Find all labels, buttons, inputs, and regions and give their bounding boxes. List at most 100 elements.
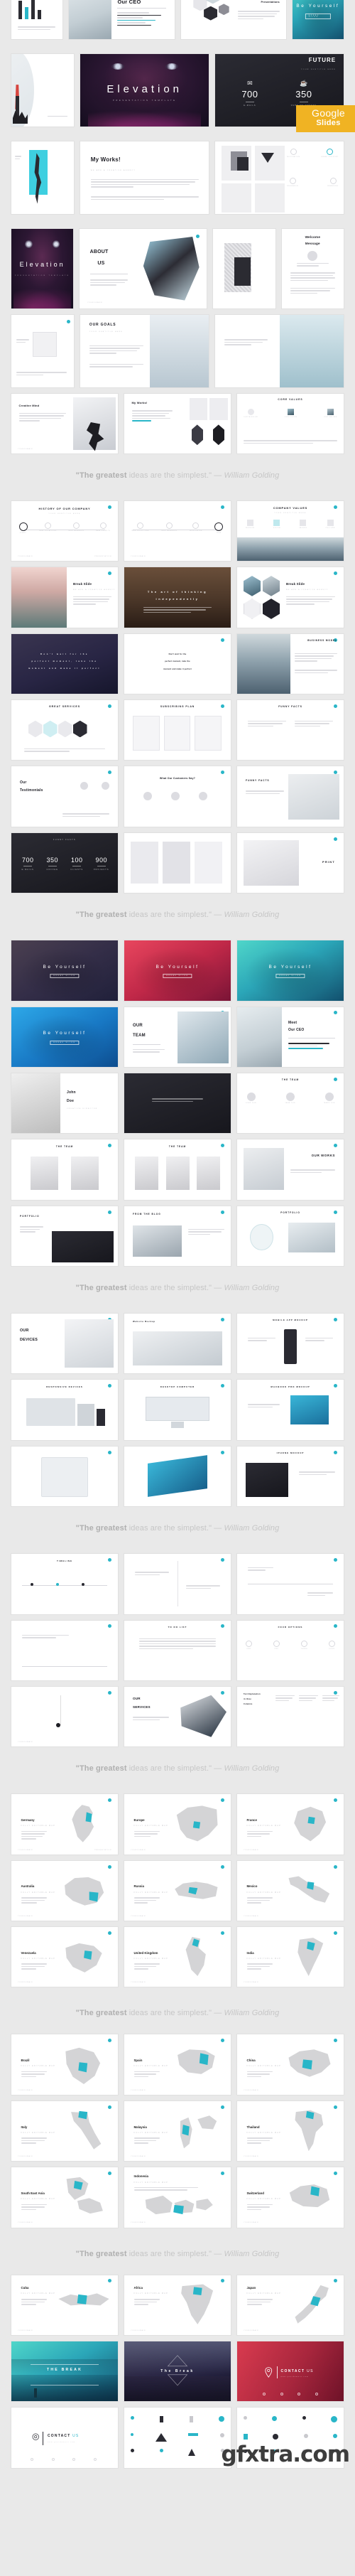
slide-runner-art[interactable] [11,141,75,214]
slide-history-company-2[interactable]: New Solutions New Members Worldwide Now … [124,500,231,562]
slide-our-testimonials[interactable]: Our Testimonials [11,766,118,827]
slide-chart-line[interactable] [11,1620,118,1680]
slide-hiker-white[interactable] [11,54,75,127]
slide-our-team[interactable]: OUR TEAM [124,1007,231,1067]
slide-map-india[interactable]: India Fully Editable Map yourdomain [237,1927,344,1987]
slide-portfolio[interactable]: PORTFOLIO [11,1206,118,1267]
slide-our-devices[interactable]: OUR DEVICES [11,1314,118,1374]
slide-map-france[interactable]: France Fully Editable Map yourdomain [237,1794,344,1855]
slide-desktop-computer[interactable]: DESKTOP COMPUTER [124,1380,231,1440]
slide-map-cuba[interactable]: Cuba Fully Editable Map yourdomain [11,2275,118,2335]
slide-john-doe[interactable]: John Doe Creative Director [11,1073,118,1134]
slide-be-yourself-teal-top[interactable]: Be Yourself Break Slide [292,0,344,40]
slide-about-us[interactable]: ABOUT US yourdomain [80,228,207,308]
slide-four-options[interactable]: FOUR OPTIONS One Two Three Four [237,1620,344,1680]
slide-map-germany[interactable]: Germany Fully Editable Map yourdomain Pr… [11,1794,118,1855]
slide-funny-facts-side[interactable]: FUNNY FACTS [237,766,344,827]
slide-map-russia[interactable]: Russia Fully Editable Map yourdomain [124,1860,231,1921]
slide-timeline-3[interactable] [237,1554,344,1614]
slide-map-venezuela[interactable]: Venezuela Fully Editable Map yourdomain [11,1927,118,1987]
slide-company-values[interactable]: COMPANY VALUES Your subtitle here Missio… [237,500,344,562]
slide-break-slide-pink[interactable]: Break Slide We are a creative agency [11,567,118,628]
slide-mobile-app-mockup[interactable]: MOBILE APP MOCKUP [237,1314,344,1374]
slide-meet-our-ceo[interactable]: Meet Our CEO [69,0,175,40]
slide-map-indonesia[interactable]: Indonesia Fully Editable Map yourdomain [124,2167,231,2228]
slide-process-dots[interactable]: yourdomain [11,1686,118,1747]
slide-contact-us-white[interactable]: CONTACT US www.yourdomain.com [11,2408,118,2468]
slide-our-goals[interactable]: OUR GOALS Your subtitle here [80,314,209,387]
slide-subscribing-plan[interactable]: SUBSCRIBING PLAN [124,700,231,761]
slide-ipad-angled[interactable] [124,1446,231,1507]
slide-welcome-message[interactable]: Welcome Message [281,228,344,308]
slide-timeline[interactable]: TIMELINE [11,1554,118,1614]
slide-map-africa[interactable]: Africa Fully Editable Map yourdomain [124,2275,231,2335]
slide-funny-facts-dark[interactable]: FUNNY FACTS 700 E-Mails 350 Coffee 100 C… [11,832,118,893]
slide-iphone-mockup[interactable]: IPHONE MOCKUP [237,1446,344,1507]
slide-be-yourself-red[interactable]: Be Yourself Break Slide [124,940,231,1001]
slide-my-works-2[interactable]: My Works! [124,393,231,454]
slide-timeline-2[interactable] [124,1554,231,1614]
slide-map-switzerland[interactable]: Switzerland Fully Editable Map yourdomai… [237,2167,344,2228]
slide-the-break-teal[interactable]: THE BREAK [11,2341,118,2402]
slide-icon-library-1[interactable] [124,2408,231,2468]
slide-map-thailand[interactable]: Thailand Fully Editable Map yourdomain [237,2100,344,2162]
slide-the-team-3[interactable]: THE TEAM [124,1139,231,1200]
slide-we-design[interactable]: We Design Trending Minimal Presentations [180,0,286,40]
slide-map-italy[interactable]: Italy Fully Editable Map yourdomain [11,2100,118,2162]
slide-our-services[interactable]: OUR SERVICES [124,1686,231,1747]
slide-history-company[interactable]: HISTORY OF OUR COMPANY Your subtitle her… [11,500,118,562]
slide-my-works[interactable]: My Works! We are a creative agency [80,141,209,214]
slide-the-team-2[interactable]: THE TEAM [11,1139,118,1200]
slide-our-works[interactable]: OUR WORKS [237,1139,344,1200]
slide-grey-blocks[interactable] [124,832,231,893]
slide-be-yourself-dusk[interactable]: Be Yourself Break Slide [11,940,118,1001]
slide-meet-our-ceo-2[interactable]: Meet Our CEO [237,1007,344,1067]
slide-ocean-photo[interactable] [215,314,344,387]
slide-business-model[interactable]: BUSINESS MODEL [237,633,344,694]
slide-be-yourself-blue[interactable]: Be Yourself Break Slide [11,1007,118,1067]
slide-creative-mind[interactable]: Creative Mind yourdomain [11,393,118,454]
slide-from-the-blog[interactable]: FROM THE BLOG [124,1206,231,1267]
slide-map-malaysia[interactable]: Malaysia Fully Editable Map yourdomain [124,2100,231,2162]
slide-contact-us-red[interactable]: CONTACT US www.yourdomain.com [237,2341,344,2402]
slide-website-mockup[interactable]: Website Mockup [124,1314,231,1374]
coffee-icon: ☕ [300,79,308,87]
slide-be-yourself-teal[interactable]: Be Yourself Break Slide [237,940,344,1001]
slide-map-south-east-asia[interactable]: South East Asia Fully Editable Map yourd… [11,2167,118,2228]
slide-chart-white[interactable] [11,314,75,387]
slide-footer: yourdomain [18,1849,33,1851]
slide-map-mexico[interactable]: Mexico Fully Editable Map yourdomain [237,1860,344,1921]
slide-print-tag[interactable]: PRINT [237,832,344,893]
slide-map-brazil[interactable]: Brazil Fully Editable Map yourdomain [11,2034,118,2095]
slide-shapes[interactable]: Motivation Great Support Research Brandi… [215,141,344,214]
slide-map-china[interactable]: China Fully Editable Map yourdomain [237,2034,344,2095]
slide-the-break-night[interactable]: The Break [124,2341,231,2402]
slide-map-united-kingdom[interactable]: United Kingdom Fully Editable Map yourdo… [124,1927,231,1987]
slide-cover-elevation-small[interactable]: Elevation Presentation Template [11,228,74,308]
slide-break-slide-hex[interactable]: Break Slide We are a creative agency [237,567,344,628]
slide-responsive-devices[interactable]: RESPONSIVE DEVICES [11,1380,118,1440]
slide-dont-wait-light[interactable]: Don't wait for the perfect moment, take … [124,633,231,694]
slide-funny-facts-top[interactable]: FUNNY FACTS [237,700,344,761]
slide-footer: yourdomain [131,2156,146,2158]
slide-dont-wait-dark[interactable]: Don't wait for the perfect moment, take … [11,633,118,694]
slide-tablet-mockup[interactable] [11,1446,118,1507]
slide-dark-quote[interactable] [124,1073,231,1134]
slide-what-customers-say[interactable]: What Our Customers Say? [124,766,231,827]
slide-portfolio-2[interactable]: PORTFOLIO [237,1206,344,1267]
slide-map-spain[interactable]: Spain Fully Editable Map yourdomain [124,2034,231,2095]
slide-map-australia[interactable]: Australia Fully Editable Map yourdomain [11,1860,118,1921]
slide-macbook-pro-mockup[interactable]: MACBOOK PRO MOCKUP [237,1380,344,1440]
slide-map-europe[interactable]: Europe Fully Editable Map yourdomain [124,1794,231,1855]
slide-cover-elevation-hero[interactable]: Elevation Presentation Template [80,54,209,127]
slide-bar-chart[interactable] [11,0,63,40]
section-history: HISTORY OF OUR COMPANY Your subtitle her… [0,496,355,937]
slide-three-columns[interactable]: Text Explanation in three Columns [237,1686,344,1747]
slide-core-values[interactable]: CORE VALUES Our Mission Our Vision Our V… [237,393,344,454]
slide-map-japan[interactable]: Japan Fully Editable Map yourdomain [237,2275,344,2335]
slide-hatched-squares[interactable] [213,228,275,308]
slide-to-do-list[interactable]: TO DO LIST [124,1620,231,1680]
slide-the-team[interactable]: THE TEAM John Doe Jane Doe Mark Doe [237,1073,344,1134]
slide-great-services[interactable]: GREAT SERVICES [11,700,118,761]
slide-art-of-thinking[interactable]: The art of thinking independently [124,567,231,628]
